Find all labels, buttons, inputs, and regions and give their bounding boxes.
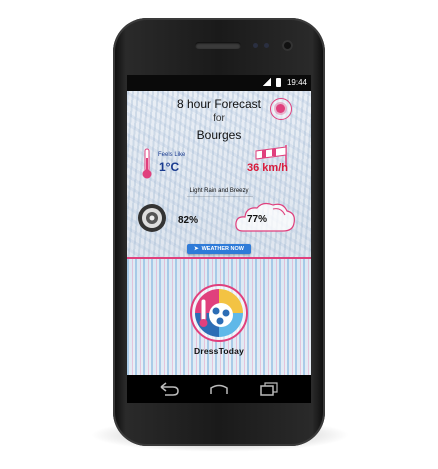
forecast-panel: 8 hour Forecast for Bourges Feels Like 1… (127, 91, 311, 375)
brand-name: DressToday (193, 346, 245, 356)
wind-speed: 36 km/h (247, 162, 288, 174)
earpiece-speaker (195, 42, 241, 49)
weather-now-button[interactable]: ➤ WEATHER NOW (187, 244, 251, 254)
recents-icon[interactable] (257, 382, 281, 396)
front-camera (282, 40, 293, 51)
thermometer-icon (142, 148, 152, 179)
proximity-sensor (253, 43, 258, 48)
condition-text: Light Rain and Breezy (189, 188, 249, 194)
settings-icon[interactable] (270, 98, 292, 120)
weather-now-label: WEATHER NOW (201, 246, 244, 252)
feels-like-label: Feels Like (158, 152, 186, 158)
cloud-cover-value: 77% (247, 214, 268, 225)
battery-icon (276, 78, 281, 87)
city-name: Bourges (196, 128, 242, 142)
back-icon[interactable] (157, 382, 181, 396)
status-time: 19:44 (286, 78, 307, 87)
status-bar: 19:44 (127, 75, 311, 91)
feels-like-value: 1°C (159, 160, 180, 174)
dresstoday-logo-icon[interactable] (189, 283, 249, 343)
system-nav-bar (127, 375, 311, 403)
section-divider (127, 257, 311, 259)
location-icon: ➤ (194, 246, 199, 252)
signal-icon (263, 78, 271, 86)
humidity-value: 82% (178, 215, 199, 226)
condition-underline (187, 196, 253, 197)
humidity-gauge-icon (138, 204, 166, 232)
light-sensor (264, 43, 269, 48)
app-screen: 19:44 8 hour Forecast for Bourges Feels … (127, 75, 311, 375)
home-icon[interactable] (207, 382, 231, 396)
